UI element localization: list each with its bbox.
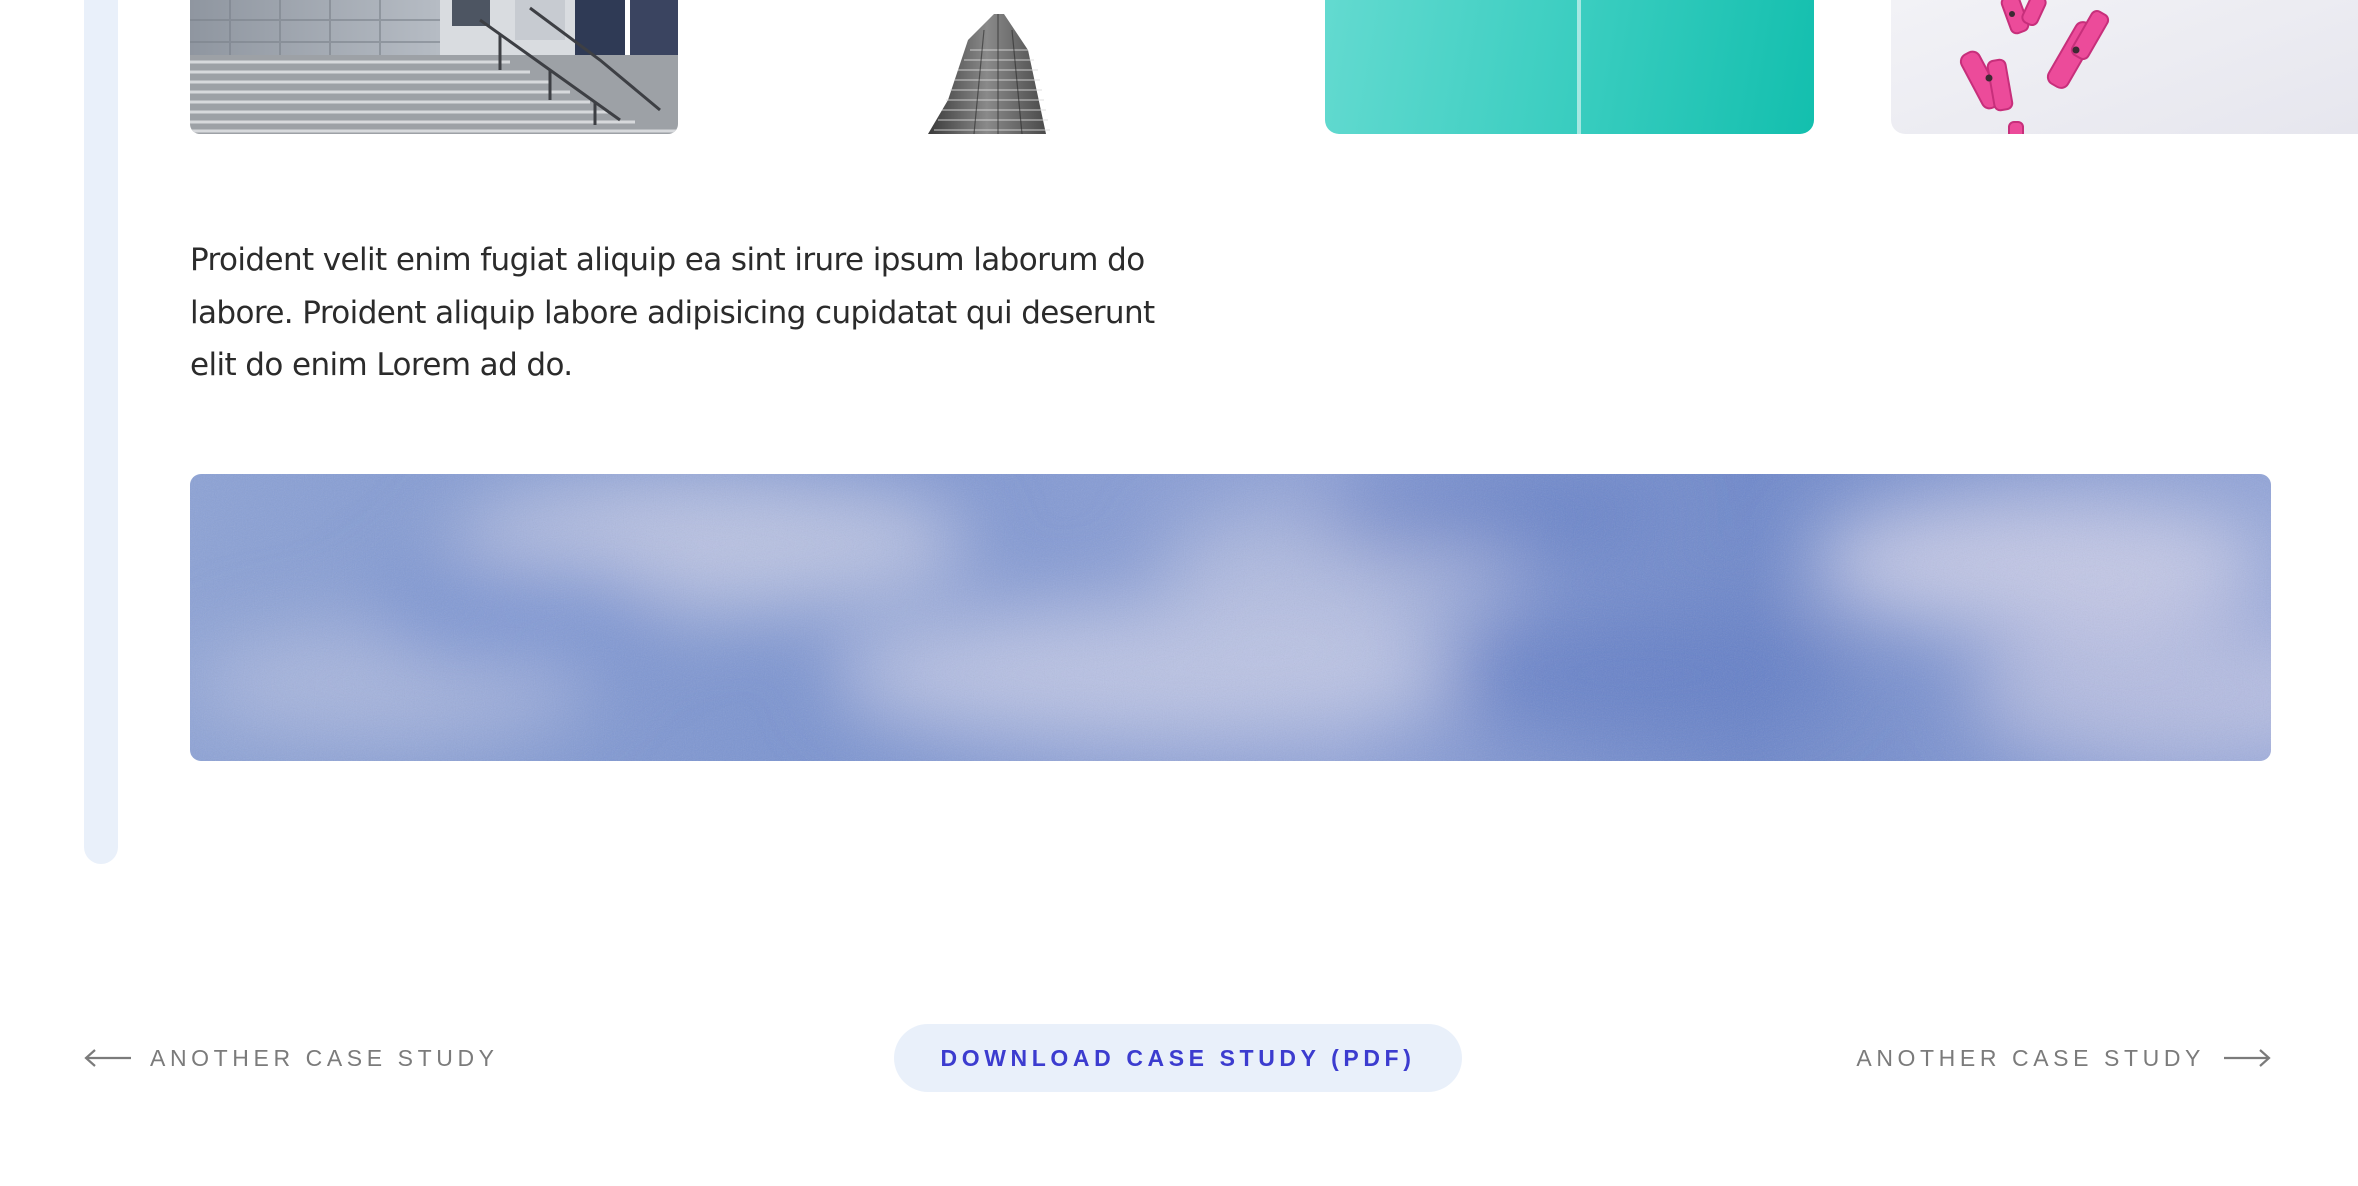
sky-banner-image <box>190 474 2271 761</box>
teal-surface-photo-icon <box>1577 0 1581 134</box>
blue-sky-photo-icon <box>190 474 2271 761</box>
thumbnail-building-steps[interactable] <box>190 0 678 134</box>
arrow-right-icon <box>2223 1048 2271 1068</box>
thumbnail-teal-surface[interactable] <box>1325 0 1814 134</box>
prev-case-study-label: ANOTHER CASE STUDY <box>150 1044 499 1071</box>
side-rail <box>84 0 118 864</box>
prev-case-study-link[interactable]: ANOTHER CASE STUDY <box>84 1024 499 1092</box>
building-steps-photo-icon <box>190 0 678 134</box>
thumbnail-pink-clothespins[interactable] <box>1891 0 2358 134</box>
arrow-left-icon <box>84 1048 132 1068</box>
next-case-study-label: ANOTHER CASE STUDY <box>1856 1044 2205 1071</box>
case-study-footer-nav: ANOTHER CASE STUDY DOWNLOAD CASE STUDY (… <box>84 1024 2271 1092</box>
pink-clothespins-photo-icon <box>1959 0 2110 134</box>
next-case-study-link[interactable]: ANOTHER CASE STUDY <box>1856 1024 2271 1092</box>
skyscraper-photo-icon <box>928 0 1074 134</box>
case-study-paragraph: Proident velit enim fugiat aliquip ea si… <box>190 242 1155 383</box>
thumbnail-skyscraper[interactable] <box>928 0 1074 134</box>
case-study-page: Proident velit enim fugiat aliquip ea si… <box>0 0 2358 1186</box>
download-case-study-button[interactable]: DOWNLOAD CASE STUDY (PDF) <box>894 1024 1462 1092</box>
